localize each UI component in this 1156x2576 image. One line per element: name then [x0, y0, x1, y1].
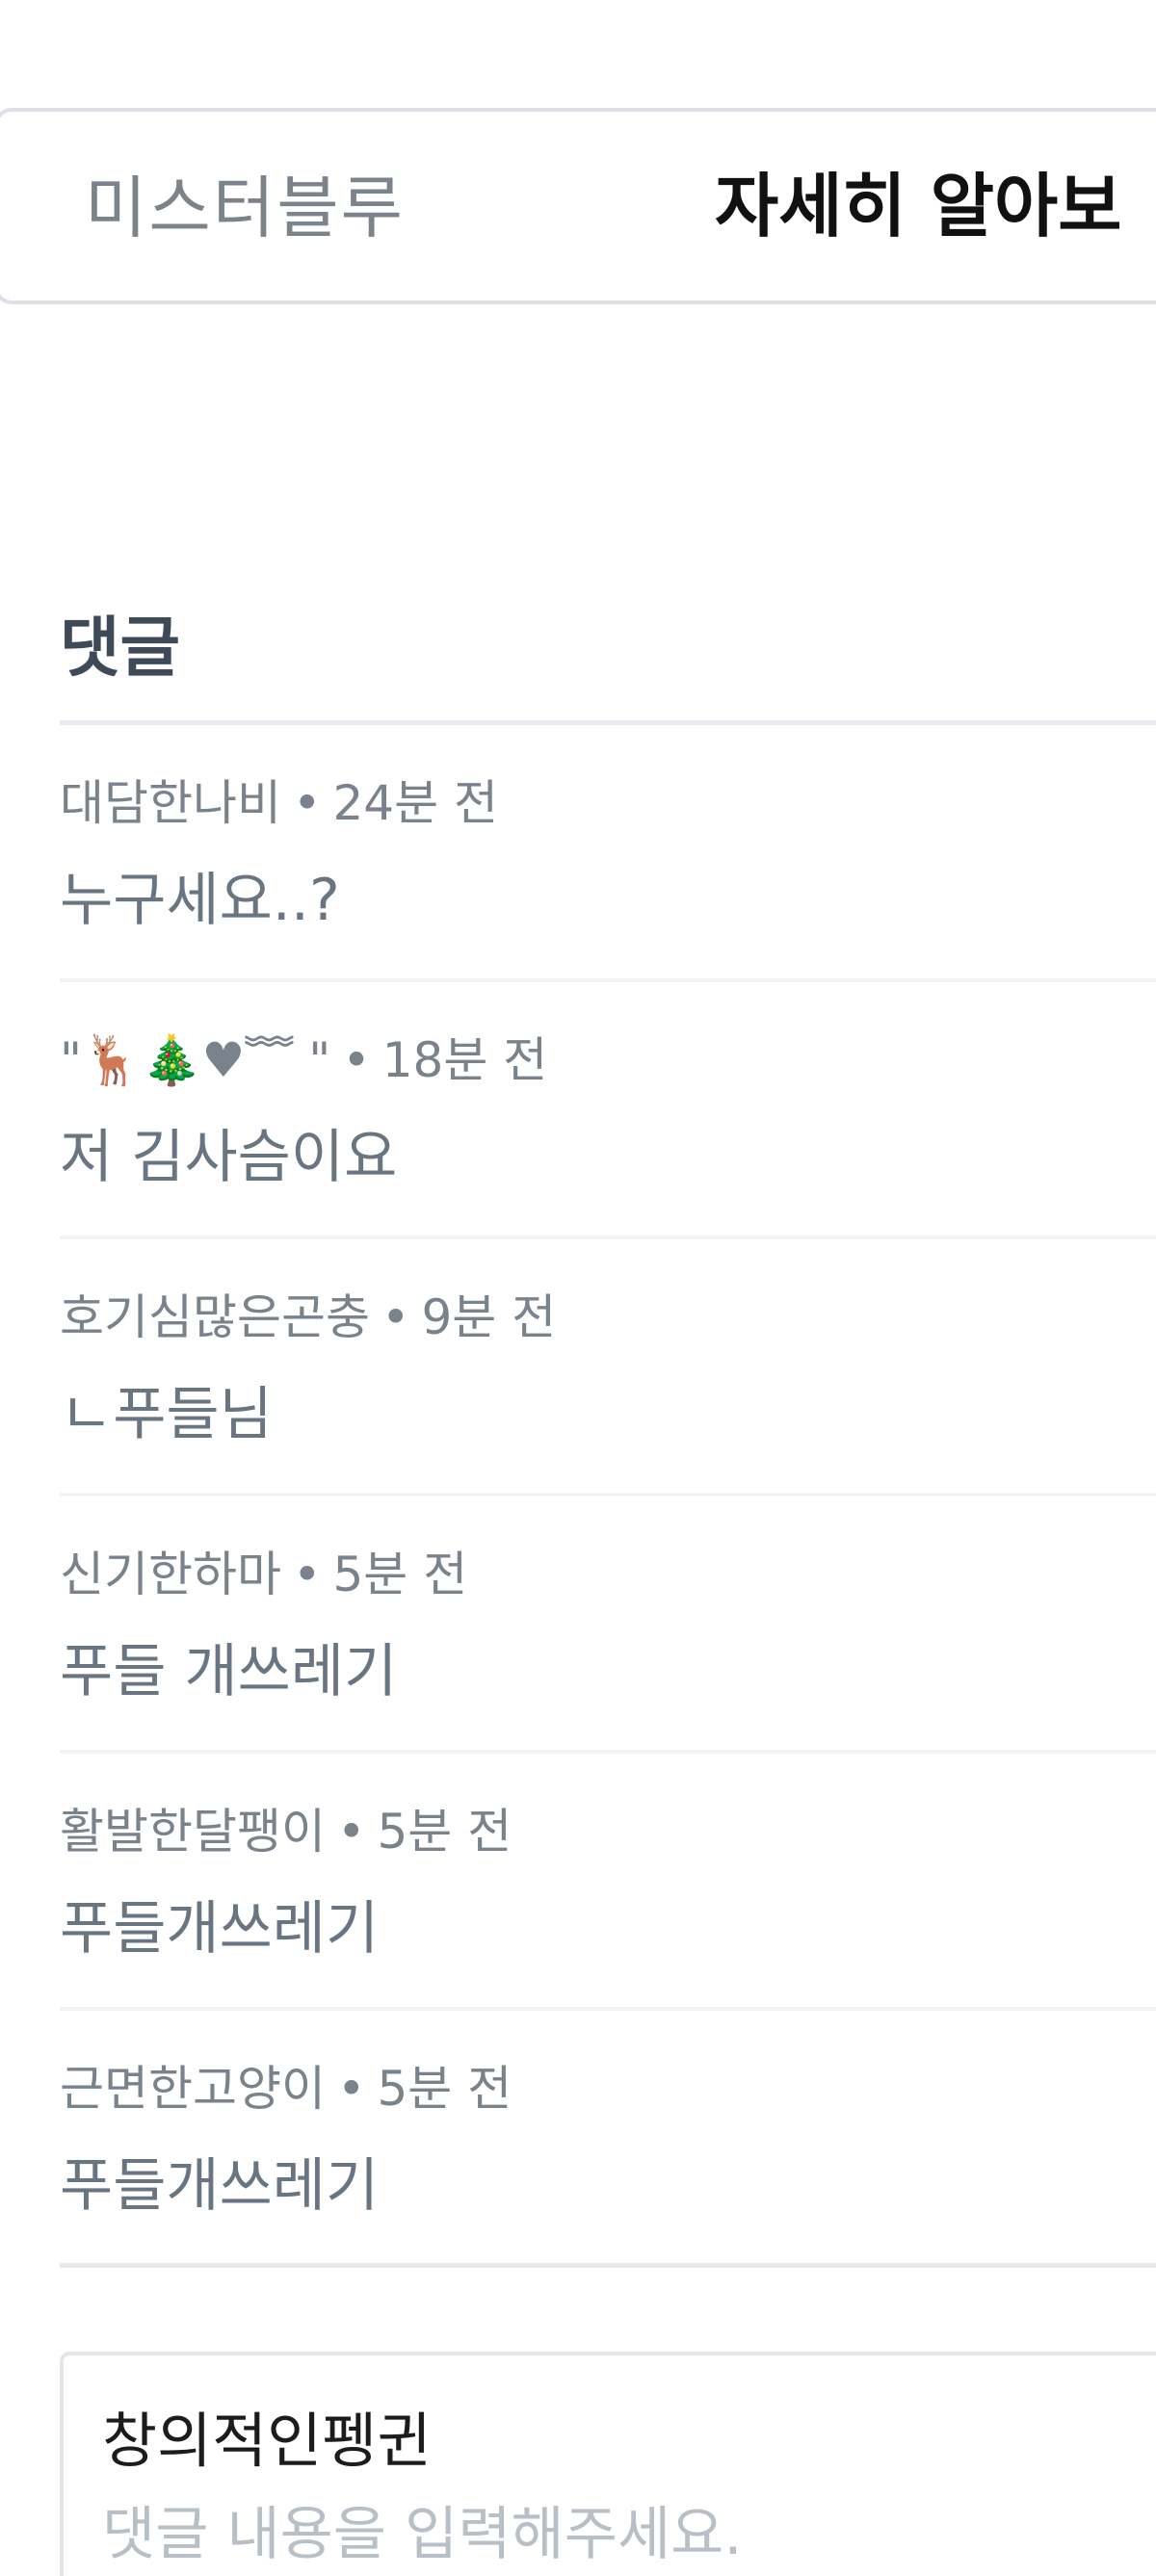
- ad-banner[interactable]: 미스터블루 자세히 알아보: [0, 108, 1156, 304]
- comment-meta: 호기심많은곤충 • 9분 전: [60, 1284, 556, 1351]
- comment-item: 활발한달팽이 • 5분 전 푸들개쓰레기: [60, 1754, 1156, 2011]
- page: 미스터블루 자세히 알아보 댓글 대담한나비 • 24분 전 누구세요..? "🦌🎄…: [0, 0, 1156, 2576]
- comments-section: 댓글 대담한나비 • 24분 전 누구세요..? "🦌🎄♥﹌ " • 18분 전 저 김…: [60, 578, 1156, 2268]
- comment-input[interactable]: [102, 2486, 1156, 2576]
- meta-separator: •: [337, 2061, 366, 2117]
- comment-text: 누구세요..?: [60, 867, 340, 934]
- composer-author-name: 창의적인펭귄: [102, 2406, 433, 2476]
- comments-title: 댓글: [60, 611, 181, 687]
- meta-separator: •: [337, 1804, 366, 1860]
- comment-time: 9분 전: [421, 1289, 557, 1345]
- comment-author[interactable]: 근면한고양이: [60, 2061, 326, 2117]
- comment-meta: 대담한나비 • 24분 전: [60, 769, 498, 837]
- comment-time: 5분 전: [377, 1804, 512, 1860]
- meta-separator: •: [342, 1032, 371, 1088]
- meta-separator: •: [293, 1547, 322, 1602]
- meta-separator: •: [293, 775, 322, 831]
- comment-text: 푸들개쓰레기: [60, 1895, 380, 1963]
- meta-separator: •: [381, 1289, 410, 1345]
- comment-list: 대담한나비 • 24분 전 누구세요..? "🦌🎄♥﹌ " • 18분 전 저 김사슴이…: [60, 725, 1156, 2268]
- comment-meta: "🦌🎄♥﹌ " • 18분 전: [60, 1027, 547, 1094]
- comment-author[interactable]: 대담한나비: [60, 775, 281, 831]
- comment-text: 푸들 개쓰레기: [60, 1638, 398, 1705]
- comment-time: 5분 전: [332, 1547, 468, 1602]
- comment-item: 호기심많은곤충 • 9분 전 ㄴ푸들님: [60, 1239, 1156, 1496]
- comment-item: 근면한고양이 • 5분 전 푸들개쓰레기: [60, 2011, 1156, 2268]
- comment-author[interactable]: "🦌🎄♥﹌ ": [60, 1032, 330, 1088]
- comment-item: 신기한하마 • 5분 전 푸들 개쓰레기: [60, 1496, 1156, 1754]
- comment-author[interactable]: 신기한하마: [60, 1547, 281, 1602]
- ad-learn-more-button[interactable]: 자세히 알아보: [715, 158, 1122, 254]
- comment-time: 24분 전: [332, 775, 499, 831]
- comment-author[interactable]: 활발한달팽이: [60, 1804, 326, 1860]
- comment-meta: 활발한달팽이 • 5분 전: [60, 1798, 512, 1865]
- top-spacer: [0, 0, 1156, 108]
- ad-brand-name: 미스터블루: [85, 169, 405, 247]
- comment-time: 18분 전: [381, 1032, 548, 1088]
- comment-author[interactable]: 호기심많은곤충: [60, 1289, 370, 1345]
- comment-text: ㄴ푸들님: [60, 1381, 273, 1448]
- comment-meta: 신기한하마 • 5분 전: [60, 1541, 467, 1608]
- comment-item: "🦌🎄♥﹌ " • 18분 전 저 김사슴이요: [60, 982, 1156, 1239]
- comment-meta: 근면한고양이 • 5분 전: [60, 2055, 512, 2122]
- comment-text: 푸들개쓰레기: [60, 2152, 380, 2220]
- comment-text: 저 김사슴이요: [60, 1124, 398, 1191]
- comment-item: 대담한나비 • 24분 전 누구세요..?: [60, 725, 1156, 982]
- comment-time: 5분 전: [377, 2061, 512, 2117]
- comment-composer: 창의적인펭귄: [60, 2352, 1156, 2576]
